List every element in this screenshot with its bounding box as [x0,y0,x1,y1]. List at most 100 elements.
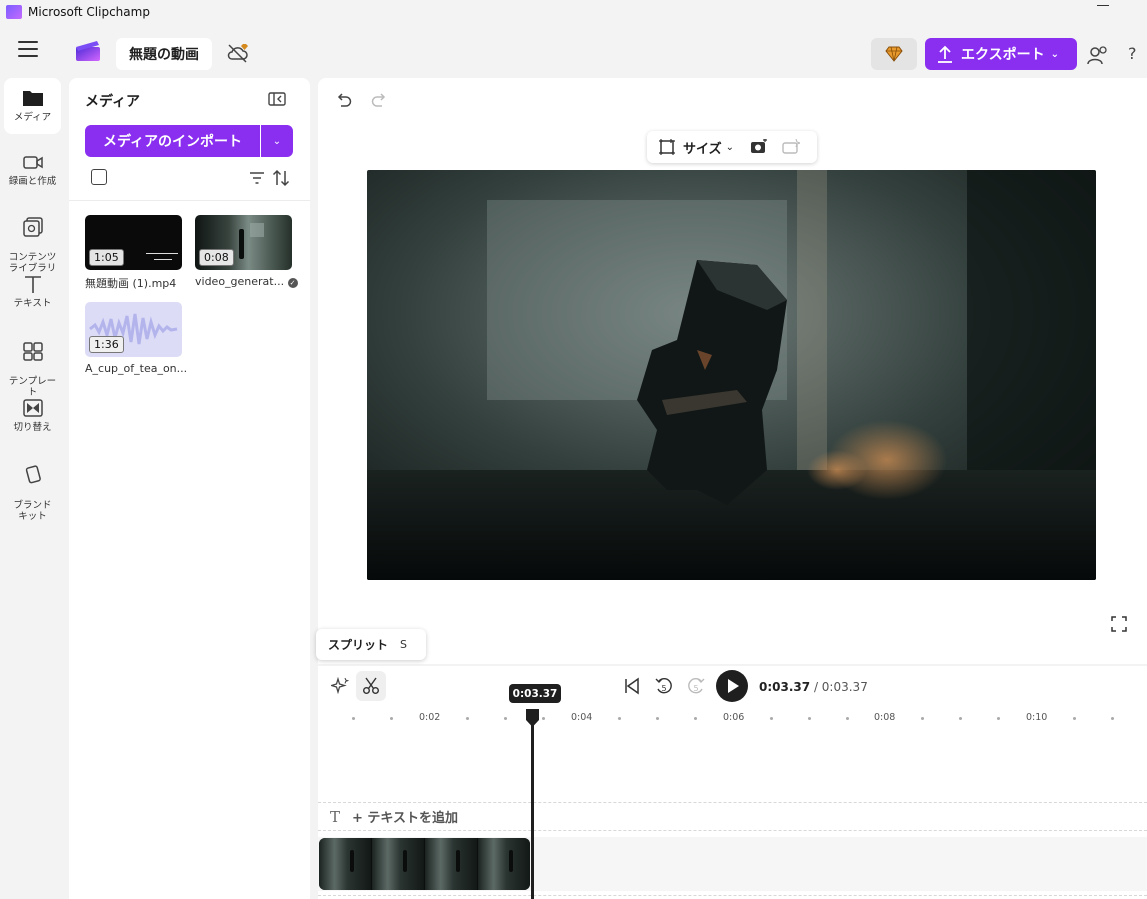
rail-item-media[interactable]: メディア [4,78,61,134]
rail-item-brand-kit[interactable]: ブランド キット [4,454,61,522]
redo-icon[interactable] [370,92,388,108]
add-text-track[interactable]: T + テキストを追加 [330,807,459,827]
media-panel: メディア メディアのインポート ⌄ 1:05 無題動画 (1).mp4 0:08… [69,78,310,899]
upload-icon [938,45,952,63]
duration-badge: 1:36 [89,336,124,353]
collapse-panel-icon[interactable] [268,92,286,106]
tooltip-shortcut-key: S [400,638,407,651]
text-track-icon: T [330,807,341,826]
timeline-panel: 5 5 0:03.37 / 0:03.37 0:02 0:04 0:06 0:0… [318,666,1147,899]
aspect-ratio-button[interactable]: サイズ [683,138,722,157]
ruler-label: 0:10 [1026,712,1048,723]
track-divider [318,830,1147,831]
undo-icon[interactable] [335,92,353,108]
clip-frame [425,838,478,890]
video-clip[interactable] [319,838,530,890]
brand-kit-icon [25,465,41,484]
clip-frame [319,838,372,890]
import-media-button[interactable]: メディアのインポート [85,125,260,157]
aspect-ratio-toolbar: サイズ ⌄ [647,131,817,163]
ruler-label: 0:08 [874,712,896,723]
rewind-icon: 5 [655,678,672,694]
playhead-line[interactable] [531,716,534,899]
video-camera-icon [22,156,43,169]
transitions-icon [22,399,43,417]
clipchamp-logo-icon [76,41,100,61]
playhead-handle[interactable] [524,708,541,728]
chevron-down-icon: ⌄ [272,135,282,147]
resize-icon [659,139,675,155]
track-divider [318,802,1147,803]
add-text-label: + テキストを追加 [352,811,459,826]
play-button[interactable] [716,670,748,702]
sort-icon[interactable] [272,169,290,187]
rail-item-templates[interactable]: テンプレー ト [4,330,61,398]
media-thumbnail[interactable]: 1:36 [85,302,182,357]
project-title[interactable]: 無題の動画 [116,38,212,70]
clipchamp-app-icon [6,5,22,19]
left-nav-rail: メディア 録画と作成 コンテンツ ライブラリ テキスト テンプレー ト 切り替え… [0,76,66,899]
media-item-name: video_generat... ✓ [195,275,298,288]
rail-item-transitions[interactable]: 切り替え [4,398,61,433]
video-preview[interactable] [367,170,1096,580]
ruler-label: 0:04 [571,712,593,723]
ruler-label: 0:02 [419,712,441,723]
ai-magic-button[interactable] [325,671,355,701]
rewind-5s-button[interactable]: 5 [649,671,679,701]
fullscreen-icon[interactable] [1111,616,1127,632]
rail-item-record[interactable]: 録画と作成 [4,152,61,187]
diamond-icon [885,46,903,62]
export-button[interactable]: エクスポート ⌄ [925,38,1077,70]
background-remove-icon[interactable] [750,139,768,155]
track-divider [318,895,1147,896]
rail-item-text[interactable]: テキスト [4,274,61,309]
select-all-checkbox[interactable] [91,169,107,185]
play-icon [728,679,739,693]
chevron-down-icon: ⌄ [725,141,735,153]
preview-area: サイズ ⌄ [318,78,1147,664]
svg-text:5: 5 [661,684,666,693]
media-thumbnail[interactable]: 0:08 [195,215,292,270]
skip-to-start-button[interactable] [617,671,647,701]
app-header: 無題の動画 エクスポート ⌄ ? [0,24,1147,76]
media-item-name: A_cup_of_tea_on... [85,362,188,375]
minimize-button[interactable] [1097,5,1109,6]
premium-button[interactable] [871,38,917,70]
account-icon[interactable] [1087,44,1109,66]
forward-5s-button[interactable]: 5 [681,671,711,701]
scissors-icon [363,677,379,694]
sparkle-icon [331,677,349,695]
cloud-off-premium-icon[interactable] [226,42,250,64]
svg-text:5: 5 [693,684,698,693]
total-duration: / 0:03.37 [813,680,868,694]
chevron-down-icon: ⌄ [1050,48,1059,60]
media-panel-title: メディア [85,94,141,110]
media-item-name: 無題動画 (1).mp4 [85,277,177,290]
tooltip-label: スプリット [328,638,389,652]
window-title: Microsoft Clipchamp [28,5,150,19]
enhance-icon[interactable] [782,139,801,155]
import-options-dropdown[interactable]: ⌄ [261,125,293,157]
folder-icon [22,91,43,106]
split-tooltip: スプリット S [316,629,426,660]
media-thumbnail[interactable]: 1:05 [85,215,182,270]
ruler-label: 0:06 [723,712,745,723]
clip-frame [372,838,425,890]
templates-icon [22,342,43,361]
export-label: エクスポート [961,47,1045,63]
duration-badge: 1:05 [89,249,124,266]
filter-icon[interactable] [249,171,265,185]
fast-forward-icon: 5 [688,678,705,694]
menu-icon[interactable] [18,41,38,57]
clip-frame [478,838,530,890]
skip-start-icon [625,677,639,695]
playhead-time-label: 0:03.37 [509,684,561,703]
help-icon[interactable]: ? [1128,44,1137,63]
rail-item-content-library[interactable]: コンテンツ ライブラリ [4,206,61,274]
split-button[interactable] [356,671,386,701]
divider [69,200,310,201]
duration-badge: 0:08 [199,249,234,266]
timecode-display: 0:03.37 / 0:03.37 [759,680,868,694]
check-circle-icon: ✓ [287,278,298,288]
title-bar: Microsoft Clipchamp [0,0,1147,24]
